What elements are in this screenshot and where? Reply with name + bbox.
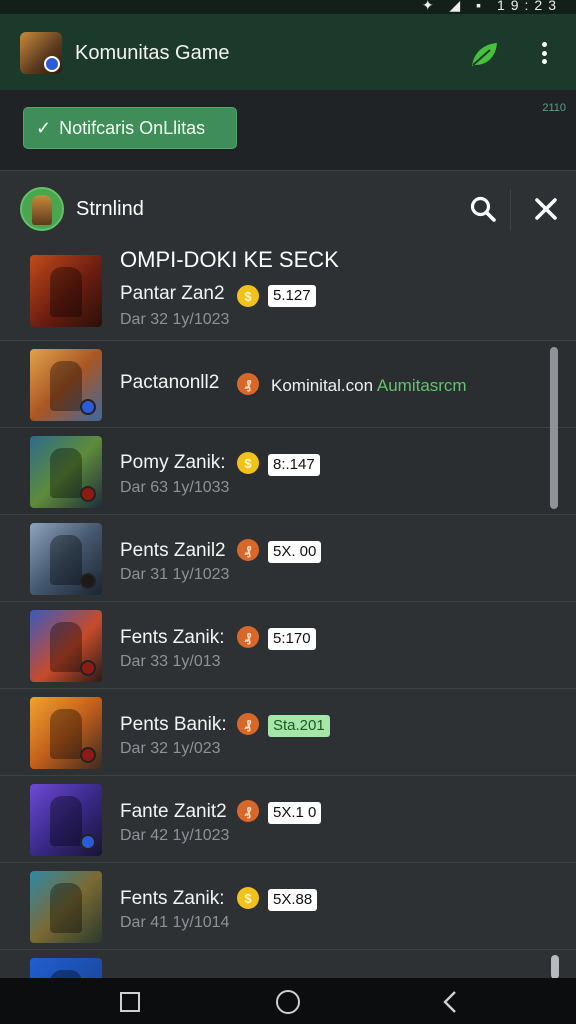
list-item[interactable]: Fents Zanik: $ 5X.88 Dar 41 1y/1014 bbox=[0, 863, 576, 950]
more-vert-icon[interactable] bbox=[535, 38, 553, 68]
app-bar: Komunitas Game bbox=[0, 14, 576, 90]
game-thumbnail bbox=[30, 958, 102, 978]
item-name: Pomy Zanik: bbox=[120, 452, 226, 473]
item-score: 8:.147 bbox=[268, 454, 320, 476]
item-date: Dar 41 1y/1014 bbox=[120, 914, 230, 931]
game-thumbnail bbox=[30, 436, 102, 508]
list-item[interactable]: OMPI-DOKI KE SECK Pantar Zan2 $ 5.127 Da… bbox=[0, 247, 576, 341]
game-list: OMPI-DOKI KE SECK Pantar Zan2 $ 5.127 Da… bbox=[0, 247, 576, 978]
panel-header: Strnlind bbox=[0, 171, 576, 247]
coin-icon: $ bbox=[237, 887, 259, 909]
coin-icon: $ bbox=[237, 452, 259, 474]
item-date: Dar 63 1y/1033 bbox=[120, 479, 230, 496]
square-icon[interactable] bbox=[120, 992, 140, 1012]
coin-icon: ₰ bbox=[237, 373, 259, 395]
item-date: Dar 42 1y/1023 bbox=[120, 827, 230, 844]
system-nav-bar bbox=[0, 978, 576, 1024]
item-name: Pactanonll2 bbox=[120, 372, 220, 393]
check-icon: ✓ bbox=[36, 117, 52, 138]
item-name: Pents Zanil2 bbox=[120, 540, 226, 561]
item-score: 5X.1 0 bbox=[268, 802, 322, 824]
close-icon[interactable] bbox=[532, 195, 560, 223]
game-thumbnail bbox=[30, 784, 102, 856]
item-link-text: Kominital.con Aumitasrcm bbox=[271, 376, 467, 396]
banner-area: ✓ Notifcaris OnLlitas 2110 bbox=[0, 90, 576, 170]
app-title: Komunitas Game bbox=[75, 42, 230, 64]
item-score: 5X. 00 bbox=[268, 541, 322, 563]
game-thumbnail bbox=[30, 349, 102, 421]
list-item[interactable]: Fents Zanik: ₰ 5:170 Dar 33 1y/013 bbox=[0, 602, 576, 689]
item-name: Pantar Zan2 bbox=[120, 283, 225, 304]
item-link-green[interactable]: Aumitasrcm bbox=[377, 376, 467, 395]
notification-button-label: Notifcaris OnLlitas bbox=[59, 117, 206, 138]
list-item[interactable] bbox=[0, 950, 576, 978]
item-name: Fents Zanik: bbox=[120, 888, 225, 909]
panel-title: Strnlind bbox=[76, 198, 144, 220]
scrollbar-thumb-bottom[interactable] bbox=[551, 955, 559, 978]
status-icons: ✦ ◢ ▪ 19:23 bbox=[422, 0, 562, 14]
game-thumbnail bbox=[30, 871, 102, 943]
notification-button[interactable]: ✓ Notifcaris OnLlitas bbox=[23, 107, 237, 149]
list-item[interactable]: Pactanonll2 ₰ Kominital.con Aumitasrcm bbox=[0, 341, 576, 428]
scrollbar-thumb[interactable] bbox=[550, 347, 558, 509]
community-panel: Strnlind OMPI-DOKI KE SECK Pantar Zan2 $… bbox=[0, 170, 576, 978]
game-thumbnail bbox=[30, 610, 102, 682]
list-item[interactable]: Pents Zanil2 ₰ 5X. 00 Dar 31 1y/1023 bbox=[0, 515, 576, 602]
game-thumbnail bbox=[30, 255, 102, 327]
item-score: 5X.88 bbox=[268, 889, 318, 911]
item-date: Dar 32 1y/1023 bbox=[120, 311, 230, 328]
item-date: Dar 31 1y/1023 bbox=[120, 566, 230, 583]
app-avatar[interactable] bbox=[20, 32, 62, 74]
item-name: Fents Zanik: bbox=[120, 627, 225, 648]
header-divider bbox=[510, 189, 511, 231]
list-item[interactable]: Fante Zanit2 ₰ 5X.1 0 Dar 42 1y/1023 bbox=[0, 776, 576, 863]
search-icon[interactable] bbox=[469, 195, 497, 223]
back-icon[interactable] bbox=[440, 990, 460, 1014]
list-headline: OMPI-DOKI KE SECK bbox=[120, 247, 339, 272]
coin-icon: ₰ bbox=[237, 713, 259, 735]
leaf-icon[interactable] bbox=[468, 38, 500, 70]
status-bar: ✦ ◢ ▪ 19:23 bbox=[0, 0, 576, 14]
game-thumbnail bbox=[30, 697, 102, 769]
coin-icon: ₰ bbox=[237, 539, 259, 561]
item-date: Dar 32 1y/023 bbox=[120, 740, 221, 757]
item-name: Fante Zanit2 bbox=[120, 801, 227, 822]
circle-icon[interactable] bbox=[276, 990, 300, 1014]
coin-icon: ₰ bbox=[237, 800, 259, 822]
panel-avatar[interactable] bbox=[20, 187, 64, 231]
item-score: 5.127 bbox=[268, 285, 316, 307]
item-score: Sta.201 bbox=[268, 715, 330, 737]
list-item[interactable]: Pents Banik: ₰ Sta.201 Dar 32 1y/023 bbox=[0, 689, 576, 776]
banner-time: 2110 bbox=[542, 102, 566, 114]
item-date: Dar 33 1y/013 bbox=[120, 653, 221, 670]
item-name: Pents Banik: bbox=[120, 714, 227, 735]
item-score: 5:170 bbox=[268, 628, 316, 650]
coin-icon: $ bbox=[237, 285, 259, 307]
item-link[interactable]: Kominital.con bbox=[271, 376, 373, 395]
game-thumbnail bbox=[30, 523, 102, 595]
list-item[interactable]: Pomy Zanik: $ 8:.147 Dar 63 1y/1033 bbox=[0, 428, 576, 515]
coin-icon: ₰ bbox=[237, 626, 259, 648]
status-time: 19:23 bbox=[496, 0, 562, 13]
